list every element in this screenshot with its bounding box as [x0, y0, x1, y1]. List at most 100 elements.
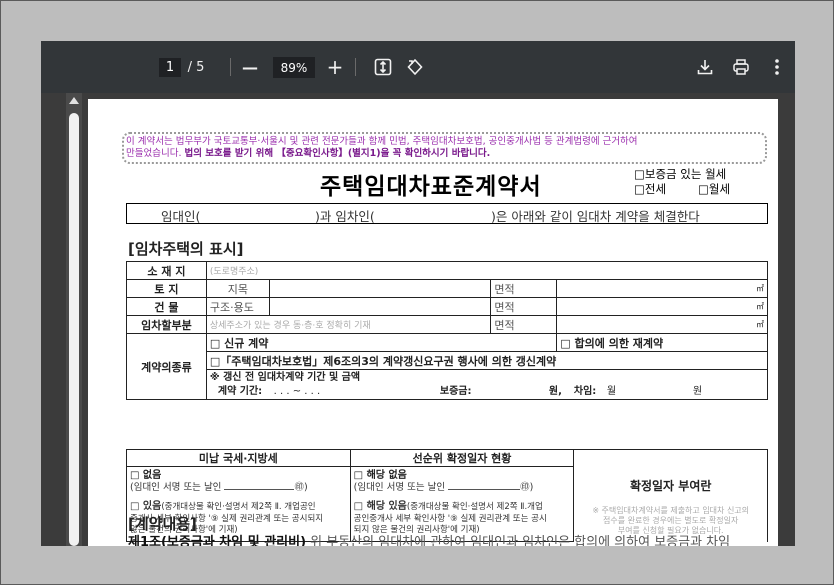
lease-part-label: 임차할부분	[126, 315, 207, 334]
pdf-viewer: 1 / 5 — 89% + 이 계약서는 법무부가 국토교통부·서울시 및 관련…	[41, 41, 795, 546]
toolbar-divider	[355, 58, 356, 76]
pdf-toolbar: 1 / 5 — 89% +	[41, 41, 795, 93]
property-table: 소 재 지 (도로명주소) 토 지 지목 면적 ㎡ 건 물 구조·용도 면적 ㎡	[126, 261, 769, 400]
confirm-header: 확정일자 부여란	[629, 479, 712, 494]
contract-type-agree: □ 합의에 의한 재계약	[556, 333, 768, 352]
row-contract-renew: □「주택임대차보호법」제6조의3의 계약갱신요구권 행사에 의한 갱신계약	[127, 351, 769, 370]
building-label: 건 물	[126, 297, 207, 316]
signature-line	[448, 488, 521, 490]
fit-page-button[interactable]	[372, 41, 394, 93]
document-title: 주택임대차표준계약서	[320, 174, 542, 200]
fit-page-icon	[374, 58, 392, 76]
priority-header: 선순위 확정일자 현황	[349, 449, 575, 467]
tax-none-sign-line: (임대인 서명 또는 날인 ㊞)	[130, 482, 347, 494]
scroll-up-arrow-icon[interactable]	[69, 97, 79, 104]
row-lease-part: 임차할부분 상세주소가 있는 경우 동·층·호 정확히 기재 면적 ㎡	[126, 315, 768, 334]
page-number-input[interactable]: 1	[159, 58, 181, 77]
location-hint: (도로명주소)	[205, 261, 769, 280]
contract-won-1: 원,	[548, 385, 562, 397]
type-option-deposit-rent: □보증금 있는 월세	[634, 167, 727, 181]
notice-line-1: 이 계약서는 법무부가 국토교통부·서울시 및 관련 전문가들과 함께 민법, …	[126, 136, 638, 147]
zoom-out-button[interactable]: —	[239, 41, 261, 93]
contract-type-new: □ 신규 계약	[205, 333, 558, 352]
priority-yes: □ 해당 있음	[353, 501, 407, 512]
section-property-heading: [임차주택의 표시]	[128, 240, 244, 258]
confirm-area: 확정일자 부여란 ※ 주택임대차계약서를 제출하고 임대차 신고의 접수를 완료…	[573, 449, 768, 542]
print-button[interactable]	[730, 41, 752, 93]
priority-none: □ 해당 없음	[353, 470, 407, 481]
row-location: 소 재 지 (도로명주소)	[126, 261, 769, 280]
building-structure-value	[268, 297, 492, 316]
rotate-button[interactable]	[404, 41, 426, 93]
party-statement: 임대인( )과 임차인( )은 아래와 같이 임대차 계약을 체결한다	[126, 203, 768, 224]
notice-line-2: 만들었습니다. 법의 보호를 받기 위해 【중요확인사항】(별지1)을 꼭 확인…	[126, 148, 763, 160]
confirm-note-2: 접수를 완료한 경우에는 별도로 확정일자	[603, 516, 739, 526]
row-tax-headers: 미납 국세·지방세 선순위 확정일자 현황 확정일자 부여란 ※ 주택임대차계약…	[126, 449, 768, 542]
zoom-in-button[interactable]: +	[324, 41, 346, 93]
building-structure-label: 구조·용도	[205, 297, 270, 316]
landlord-label: 임대인(	[161, 209, 201, 224]
tenant-label: )과 임차인(	[315, 209, 375, 224]
party-suffix: )은 아래와 같이 임대차 계약을 체결한다	[491, 209, 700, 224]
row-building: 건 물 구조·용도 면적 ㎡	[126, 297, 768, 316]
row-land: 토 지 지목 면적 ㎡	[126, 279, 768, 298]
print-icon	[733, 59, 749, 75]
tax-seal: ㊞)	[294, 481, 308, 493]
tax-yes-desc-1: (중개대상물 확인·설명서 제2쪽 Ⅱ. 개업공인	[161, 502, 316, 512]
contract-type-label: 계약의종류	[126, 333, 207, 400]
article-1-title: 제1조(보증금과 차임 및 관리비)	[128, 535, 307, 546]
contract-period-label: 계약 기간:	[217, 385, 263, 397]
land-category-label: 지목	[205, 279, 270, 298]
pdf-page: 이 계약서는 법무부가 국토교통부·서울시 및 관련 전문가들과 함께 민법, …	[88, 99, 778, 546]
rotate-icon	[407, 58, 423, 76]
contract-prev-info: ※ 갱신 전 임대차계약 기간 및 금액 계약 기간: . . . ~ . . …	[205, 369, 769, 400]
window-frame: 1 / 5 — 89% + 이 계약서는 법무부가 국토교통부·서울시 및 관련…	[0, 0, 834, 585]
type-option-jeonse: □전세	[634, 182, 667, 196]
land-area-unit: ㎡	[556, 279, 768, 298]
vertical-scrollbar[interactable]	[66, 93, 82, 546]
row-contract-prev: ※ 갱신 전 임대차계약 기간 및 금액 계약 기간: . . . ~ . . …	[127, 369, 769, 400]
lease-part-hint: 상세주소가 있는 경우 동·층·호 정확히 기재	[205, 315, 492, 334]
contract-deposit-label: 보증금:	[439, 385, 472, 397]
tax-none: □ 없음	[130, 470, 162, 481]
article-1-text: 위 부동산의 임대차에 관하여 임대인과 임차인은 합의에 의하여 보증금과 차…	[310, 535, 731, 546]
notice-line-2b: 법의 보호를 받기 위해 【중요확인사항】(별지1)을 꼭 확인하시기 바랍니다…	[184, 148, 491, 159]
land-area-label: 면적	[490, 279, 558, 298]
lease-area-unit: ㎡	[556, 315, 768, 334]
zoom-level-input[interactable]: 89%	[273, 57, 315, 78]
lease-area-label: 면적	[490, 315, 558, 334]
type-option-monthly: □월세	[698, 182, 731, 196]
location-label: 소 재 지	[126, 261, 207, 280]
tax-yes: □ 있음	[130, 501, 162, 512]
download-icon	[697, 60, 713, 75]
page-total: / 5	[187, 59, 205, 75]
building-area-unit: ㎡	[556, 297, 768, 316]
contract-prev-heading: ※ 갱신 전 임대차계약 기간 및 금액	[209, 371, 361, 383]
building-area-label: 면적	[490, 297, 558, 316]
priority-yes-desc-2: 공인중개사 세부 확인사항 '⑨ 실제 권리관계 또는 공시	[353, 513, 547, 524]
tax-none-sign: (임대인 서명 또는 날인	[130, 481, 222, 493]
contract-type-renew: □「주택임대차보호법」제6조의3의 계약갱신요구권 행사에 의한 갱신계약	[205, 351, 769, 370]
toolbar-divider	[230, 58, 231, 76]
confirm-note-1: ※ 주택임대차계약서를 제출하고 임대차 신고의	[592, 506, 750, 516]
more-options-button[interactable]	[766, 41, 788, 93]
contract-month-label: 월	[606, 385, 617, 397]
legal-notice-box: 이 계약서는 법무부가 국토교통부·서울시 및 관련 전문가들과 함께 민법, …	[122, 132, 767, 164]
contract-rent-label: 차임:	[573, 385, 597, 397]
notice-line-2a: 만들었습니다.	[126, 148, 182, 159]
signature-line	[224, 488, 295, 490]
download-button[interactable]	[694, 41, 716, 93]
more-vert-icon	[775, 59, 779, 75]
contract-period-dots: . . . ~ . . .	[273, 385, 321, 397]
priority-yes-desc-1: (중개대상물 확인·설명서 제2쪽 Ⅱ.개업	[406, 502, 543, 512]
land-category-value	[268, 279, 492, 298]
scrollbar-thumb[interactable]	[69, 113, 79, 546]
row-contract-type: 계약의종류 □ 신규 계약 □ 합의에 의한 재계약	[126, 333, 768, 400]
priority-none-sign: (임대인 서명 또는 날인	[353, 481, 446, 493]
contract-won-2: 원	[692, 385, 703, 397]
priority-seal: ㊞)	[520, 481, 534, 493]
article-1: 제1조(보증금과 차임 및 관리비) 위 부동산의 임대차에 관하여 임대인과 …	[128, 531, 730, 546]
contract-prev-values: 계약 기간: . . . ~ . . . 보증금: 원, 차임: 월 원	[210, 385, 764, 399]
priority-none-sign-line: (임대인 서명 또는 날인 ㊞)	[354, 482, 571, 494]
tax-header: 미납 국세·지방세	[126, 449, 351, 467]
